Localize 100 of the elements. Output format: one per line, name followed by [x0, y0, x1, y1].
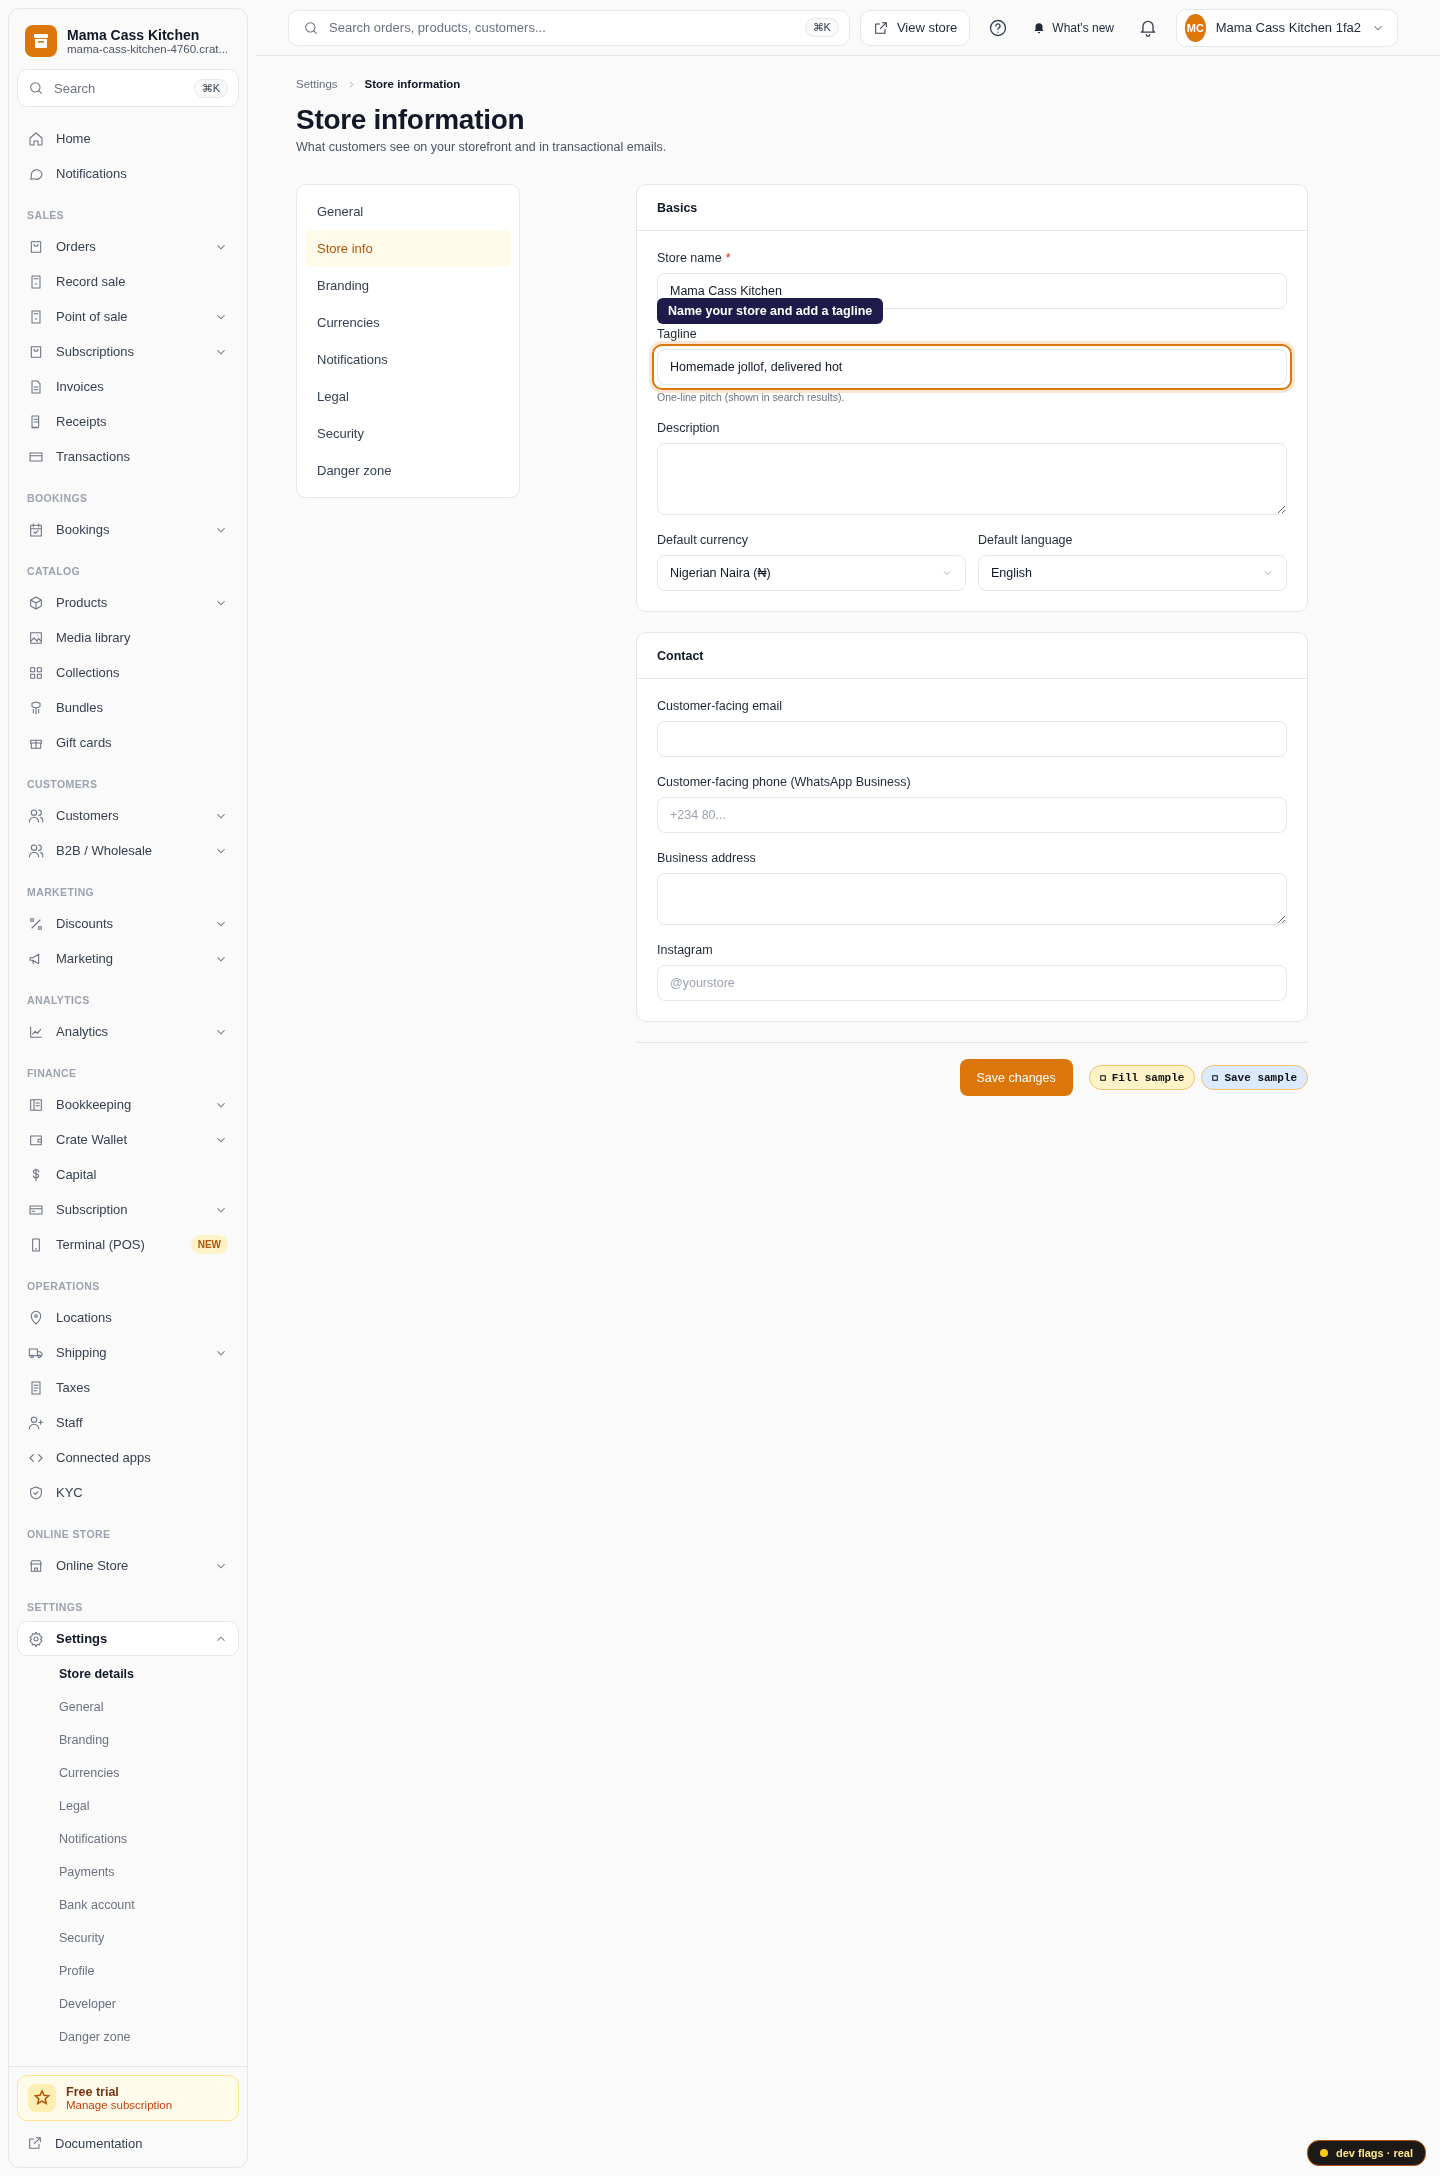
- nav-item[interactable]: Home: [17, 121, 239, 156]
- settings-nav-item[interactable]: Currencies: [305, 304, 511, 341]
- gear-icon: [28, 1630, 44, 1647]
- field-label: Description: [657, 421, 720, 435]
- nav-item[interactable]: Point of sale: [17, 299, 239, 334]
- settings-nav-item[interactable]: General: [305, 193, 511, 230]
- nav-item[interactable]: Crate Wallet: [17, 1122, 239, 1157]
- input-field[interactable]: @yourstore: [657, 965, 1287, 1001]
- nav-item[interactable]: Bundles: [17, 690, 239, 725]
- breadcrumb-item[interactable]: Store information: [364, 78, 461, 90]
- account-menu[interactable]: MC Mama Cass Kitchen 1fa2: [1176, 8, 1398, 47]
- documentation-link[interactable]: Documentation: [17, 2129, 239, 2157]
- settings-nav-item[interactable]: Branding: [305, 267, 511, 304]
- field-hint: One-line pitch (shown in search results).: [657, 391, 846, 403]
- store-name: Mama Cass Kitchen: [67, 27, 201, 43]
- nav-item[interactable]: Subscriptions: [17, 334, 239, 369]
- nav-item[interactable]: Customers: [17, 798, 239, 833]
- settings-nav-item[interactable]: Danger zone: [305, 452, 511, 489]
- sub-nav-item[interactable]: Store details: [17, 1658, 239, 1691]
- field-label: Customer-facing email: [657, 699, 783, 713]
- dev-flags-badge[interactable]: dev flags · real: [1306, 2140, 1426, 2166]
- sub-nav-item[interactable]: Notifications: [17, 1823, 239, 1856]
- sample-button[interactable]: Save sample: [1201, 1065, 1308, 1090]
- external-link-icon: [27, 2135, 43, 2151]
- nav-item[interactable]: Receipts: [17, 404, 239, 439]
- sub-nav-item[interactable]: Branding: [17, 1724, 239, 1757]
- nav-item[interactable]: Connected apps: [17, 1440, 239, 1475]
- nav-item[interactable]: Collections: [17, 655, 239, 690]
- view-store-button[interactable]: View store: [859, 9, 971, 46]
- nav-item[interactable]: Media library: [17, 620, 239, 655]
- help-icon[interactable]: [988, 17, 1009, 38]
- whats-new-button[interactable]: What's new: [1026, 20, 1120, 35]
- sub-nav-item[interactable]: General: [17, 1691, 239, 1724]
- select-field[interactable]: Nigerian Naira (₦): [657, 555, 966, 591]
- nav-item[interactable]: Gift cards: [17, 725, 239, 760]
- settings-nav-item[interactable]: Legal: [305, 378, 511, 415]
- user-plus-icon: [28, 1414, 44, 1431]
- nav-item[interactable]: Capital: [17, 1157, 239, 1192]
- nav-item[interactable]: Marketing: [17, 941, 239, 976]
- input-field[interactable]: +234 80...: [657, 797, 1287, 833]
- page-subtitle: What customers see on your storefront and in transactional emails.: [296, 140, 668, 154]
- sub-nav-item[interactable]: Legal: [17, 1790, 239, 1823]
- nav-item[interactable]: Analytics: [17, 1014, 239, 1049]
- nav-item[interactable]: Bookkeeping: [17, 1087, 239, 1122]
- nav-item[interactable]: Taxes: [17, 1370, 239, 1405]
- nav-item[interactable]: Invoices: [17, 369, 239, 404]
- sub-nav-item[interactable]: Developer: [17, 1988, 239, 2021]
- sub-nav-item[interactable]: Danger zone: [17, 2021, 239, 2054]
- text-area[interactable]: [657, 443, 1287, 515]
- manage-subscription-link[interactable]: Manage subscription: [66, 2099, 173, 2111]
- nav-item[interactable]: Staff: [17, 1405, 239, 1440]
- shortcut-hint: ⌘K: [193, 78, 228, 98]
- nav-item[interactable]: Products: [17, 585, 239, 620]
- status-dot-icon: [1319, 2149, 1328, 2157]
- image-icon: [28, 629, 44, 646]
- nav-item[interactable]: Notifications: [17, 156, 239, 191]
- bundle-icon: [28, 699, 44, 716]
- sub-nav-item[interactable]: Payments: [17, 1856, 239, 1889]
- sub-nav-item[interactable]: Security: [17, 1922, 239, 1955]
- nav-item[interactable]: Settings: [17, 1621, 239, 1656]
- percent-icon: [28, 915, 44, 932]
- document-icon: [28, 1379, 44, 1396]
- store-url: mama-cass-kitchen-4760.crat...: [67, 43, 229, 55]
- nav-item[interactable]: Subscription: [17, 1192, 239, 1227]
- select-field[interactable]: English: [978, 555, 1287, 591]
- sub-nav-item[interactable]: Bank account: [17, 1889, 239, 1922]
- input-field[interactable]: Homemade jollof, delivered hot: [652, 344, 1292, 390]
- bag-icon: [28, 343, 44, 360]
- nav-item[interactable]: Orders: [17, 229, 239, 264]
- nav-item[interactable]: Bookings: [17, 512, 239, 547]
- trial-card[interactable]: Free trial Manage subscription: [17, 2075, 239, 2121]
- search-field[interactable]: Search ⌘K: [17, 69, 239, 107]
- trial-title: Free trial: [66, 2085, 120, 2099]
- settings-nav-item[interactable]: Notifications: [305, 341, 511, 378]
- input-field[interactable]: [657, 721, 1287, 757]
- sample-button[interactable]: Fill sample: [1088, 1065, 1196, 1090]
- search-placeholder: Search orders, products, customers...: [329, 20, 547, 35]
- nav-item[interactable]: Shipping: [17, 1335, 239, 1370]
- sub-nav-item[interactable]: Profile: [17, 1955, 239, 1988]
- global-search-field[interactable]: Search orders, products, customers... ⌘K: [288, 9, 850, 46]
- breadcrumb-item[interactable]: Settings: [296, 78, 338, 90]
- nav-item[interactable]: B2B / Wholesale: [17, 833, 239, 868]
- settings-nav-item[interactable]: Security: [305, 415, 511, 452]
- nav-item[interactable]: Terminal (POS) NEW: [17, 1227, 239, 1262]
- nav-item[interactable]: Locations: [17, 1300, 239, 1335]
- avatar: MC: [1185, 13, 1206, 42]
- text-area[interactable]: [657, 873, 1287, 925]
- nav-item[interactable]: KYC: [17, 1475, 239, 1510]
- grid-icon: [28, 664, 44, 681]
- nav-item[interactable]: Transactions: [17, 439, 239, 474]
- nav-item[interactable]: Discounts: [17, 906, 239, 941]
- nav-item[interactable]: Record sale: [17, 264, 239, 299]
- section-heading: SALES: [26, 208, 65, 223]
- section-heading: FINANCE: [26, 1066, 78, 1081]
- field-label: Tagline: [657, 327, 697, 341]
- field-label: Business address: [657, 851, 756, 865]
- settings-nav-item[interactable]: Store info: [305, 230, 511, 267]
- section-heading: CATALOG: [26, 564, 82, 579]
- sub-nav-item[interactable]: Currencies: [17, 1757, 239, 1790]
- nav-item[interactable]: Online Store: [17, 1548, 239, 1583]
